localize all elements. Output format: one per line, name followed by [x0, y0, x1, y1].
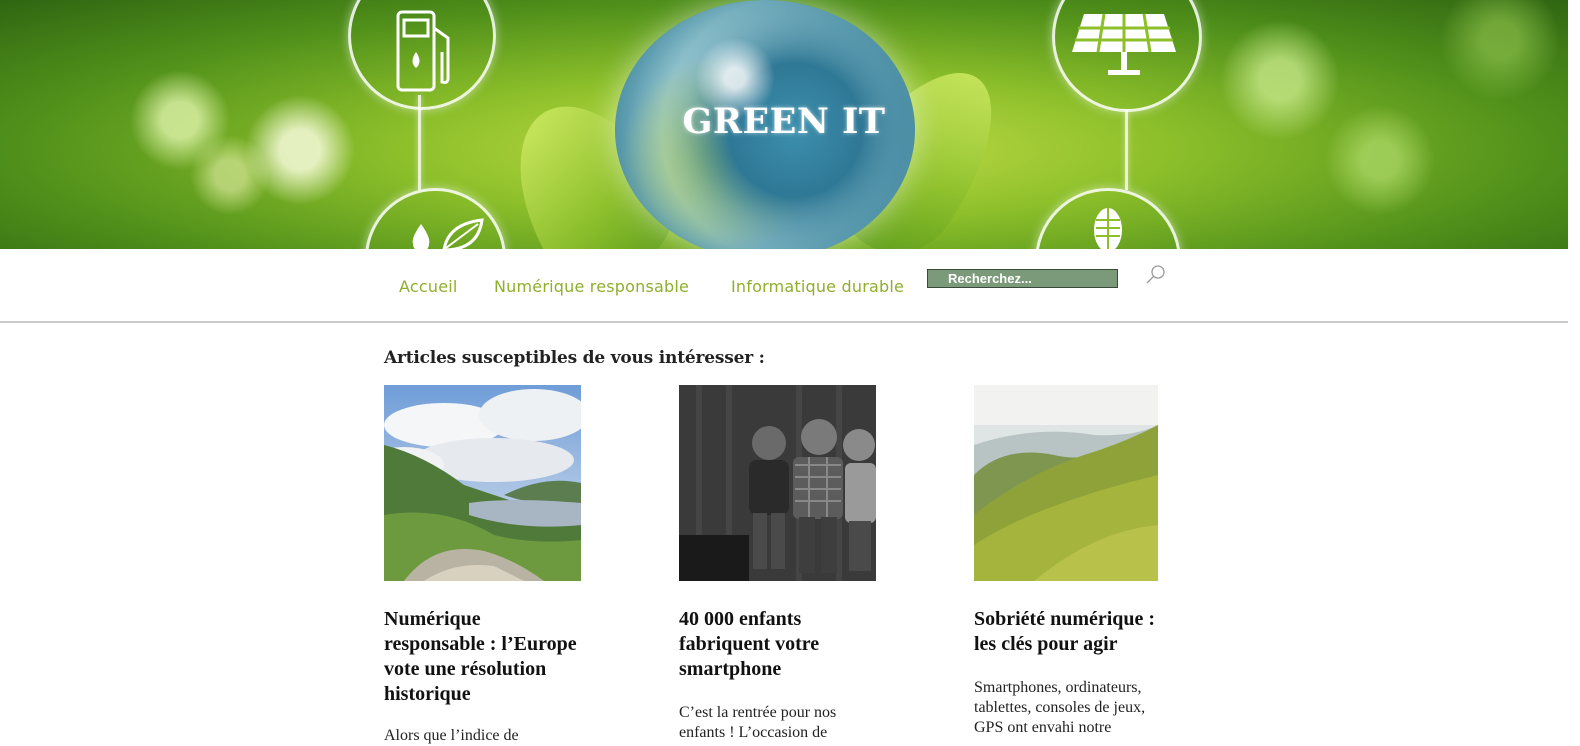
main-navigation: Accueil Numérique responsable Informatiq…	[0, 249, 1568, 323]
article-excerpt: Alors que l’indice de	[384, 727, 519, 744]
section-heading: Articles susceptibles de vous intéresser…	[384, 348, 765, 368]
nav-item-informatique-durable[interactable]: Informatique durable	[731, 277, 904, 296]
leaf-icon	[442, 218, 484, 249]
article-title[interactable]: Sobriété numérique : les clés pour agir	[974, 607, 1174, 657]
article-card[interactable]: 40 000 enfants fabriquent votre smartpho…	[679, 385, 879, 741]
search-input[interactable]	[928, 270, 1128, 287]
search-box	[927, 269, 1128, 288]
search-icon[interactable]	[1145, 264, 1167, 286]
leaf-ring	[365, 188, 506, 249]
solar-panel-icon	[1072, 13, 1176, 75]
nav-item-numerique-responsable[interactable]: Numérique responsable	[494, 277, 689, 296]
wheat-icon	[1094, 208, 1122, 249]
hero-banner: GREEN IT	[0, 0, 1568, 249]
children-photo-image[interactable]	[679, 385, 876, 581]
article-card[interactable]: Numérique responsable : l’Europe vote un…	[384, 385, 584, 744]
lake-valley-image[interactable]	[384, 385, 581, 581]
mountain-hills-image[interactable]	[974, 385, 1158, 581]
article-title[interactable]: 40 000 enfants fabriquent votre smartpho…	[679, 607, 879, 682]
article-title[interactable]: Numérique responsable : l’Europe vote un…	[384, 607, 584, 707]
page-right-gutter	[1568, 0, 1580, 742]
nav-item-accueil[interactable]: Accueil	[399, 277, 458, 296]
article-excerpt: Smartphones, ordinateurs, tablettes, con…	[974, 679, 1146, 736]
site-title[interactable]: GREEN IT	[0, 101, 1568, 142]
water-drop-icon	[412, 224, 430, 249]
fuel-pump-icon	[396, 10, 450, 92]
article-card[interactable]: Sobriété numérique : les clés pour agir …	[974, 385, 1174, 736]
article-excerpt: C’est la rentrée pour nos enfants ! L’oc…	[679, 704, 837, 741]
